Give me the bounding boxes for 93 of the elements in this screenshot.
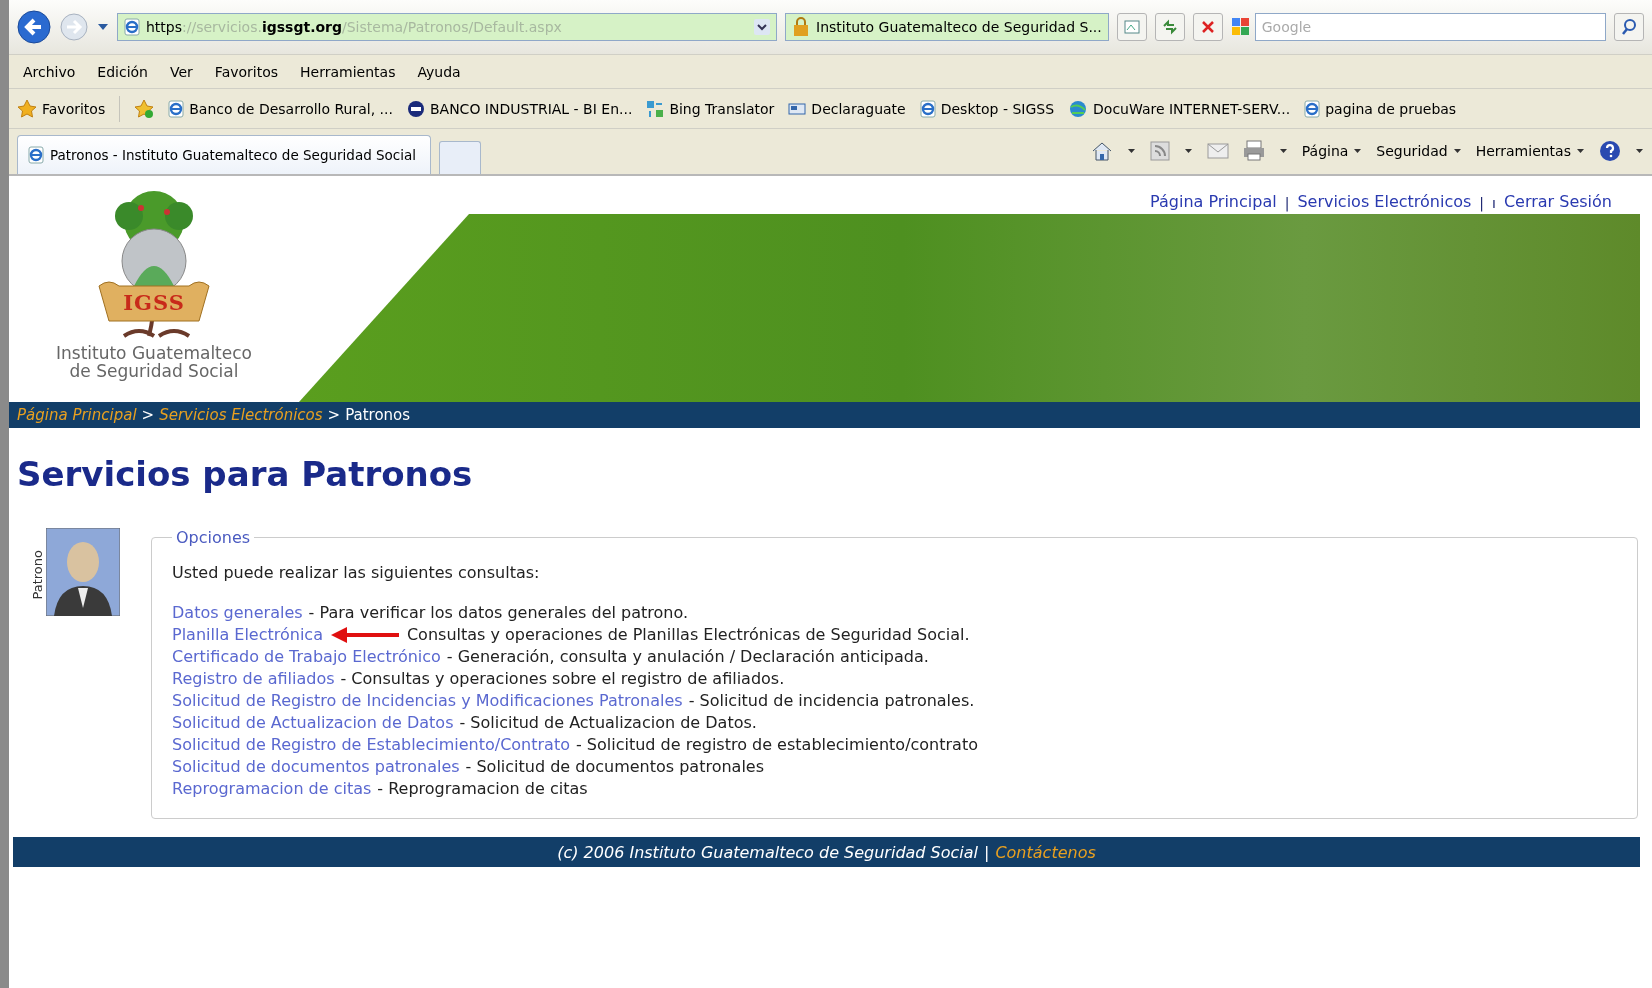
favorite-link[interactable]: Banco de Desarrollo Rural, ... bbox=[168, 99, 393, 118]
menu-item[interactable]: Archivo bbox=[23, 63, 76, 80]
page-icon bbox=[28, 146, 44, 164]
option-link[interactable]: Planilla Electrónica bbox=[172, 624, 323, 646]
caret-icon bbox=[1126, 147, 1136, 155]
caret-icon bbox=[1576, 147, 1585, 155]
url-text: https://servicios.igssgt.org/Sistema/Patronos/Default.aspx bbox=[146, 19, 562, 35]
address-field[interactable]: https://servicios.igssgt.org/Sistema/Patronos/Default.aspx bbox=[117, 13, 777, 41]
option-description: - Solicitud de Actualizacion de Datos. bbox=[459, 712, 757, 734]
command-menu[interactable]: Herramientas bbox=[1475, 143, 1585, 159]
globe-icon bbox=[1068, 99, 1089, 118]
stop-button[interactable] bbox=[1192, 13, 1223, 41]
menu-item[interactable]: Ayuda bbox=[417, 63, 461, 80]
breadcrumb-link[interactable]: Servicios Electrónicos bbox=[159, 406, 323, 424]
favorite-link[interactable]: Bing Translator bbox=[646, 99, 775, 118]
header-link[interactable]: Página Principal bbox=[1150, 192, 1277, 214]
breadcrumb-link[interactable]: Página Principal bbox=[17, 406, 137, 424]
printer-icon[interactable] bbox=[1242, 140, 1265, 162]
caret-icon bbox=[1635, 147, 1644, 155]
breadcrumb-separator: > bbox=[327, 406, 341, 424]
compatibility-button[interactable] bbox=[1116, 13, 1147, 41]
separator: | bbox=[984, 842, 990, 862]
option-link[interactable]: Solicitud de documentos patronales bbox=[172, 756, 460, 778]
back-button[interactable] bbox=[17, 10, 51, 44]
logo-text: IGSS bbox=[122, 290, 186, 315]
option-description: - Consultas y operaciones sobre el registro de afiliados. bbox=[340, 668, 785, 690]
command-menu[interactable]: Página bbox=[1301, 143, 1363, 159]
dropdown-icon[interactable] bbox=[754, 19, 770, 35]
favorite-link[interactable]: DocuWare INTERNET-SERV... bbox=[1068, 99, 1291, 118]
favorite-link[interactable]: pagina de pruebas bbox=[1304, 99, 1457, 118]
translate-icon bbox=[646, 99, 665, 118]
panel-legend: Opciones bbox=[172, 528, 255, 547]
option-description: - Generación, consulta y anulación / Declaración anticipada. bbox=[446, 646, 929, 668]
breadcrumb-separator: > bbox=[141, 406, 155, 424]
browser-tab[interactable]: Patronos - Instituto Guatemalteco de Seguridad Social bbox=[17, 135, 432, 174]
caret-icon bbox=[1452, 147, 1462, 155]
option-description: Consultas y operaciones de Planillas Electrónicas de Seguridad Social. bbox=[406, 624, 970, 646]
search-button[interactable] bbox=[1614, 13, 1644, 41]
feed-icon[interactable] bbox=[1149, 141, 1170, 161]
site-identity[interactable]: Instituto Guatemalteco de Seguridad S... bbox=[785, 13, 1109, 41]
search-icon bbox=[1620, 18, 1638, 36]
star-icon bbox=[17, 98, 37, 119]
header-link[interactable]: Cerrar Sesión bbox=[1503, 192, 1612, 214]
caret-icon bbox=[1183, 147, 1193, 155]
option-description: - Solicitud de documentos patronales bbox=[465, 756, 764, 778]
option-description: - Solicitud de incidencia patronales. bbox=[688, 690, 975, 712]
contact-link[interactable]: Contáctenos bbox=[995, 842, 1096, 862]
option-description: - Solicitud de registro de establecimiento/contrato bbox=[575, 734, 978, 756]
home-icon[interactable] bbox=[1090, 141, 1113, 161]
favorite-link[interactable]: Declaraguate bbox=[788, 99, 906, 118]
separator: ı bbox=[1492, 195, 1496, 211]
caret-icon bbox=[1278, 147, 1288, 155]
page-heading: Servicios para Patronos bbox=[17, 454, 474, 494]
option-description: - Reprogramacion de citas bbox=[377, 778, 588, 800]
caret-icon[interactable] bbox=[97, 22, 109, 32]
option-link[interactable]: Solicitud de Registro de Incidencias y Modificaciones Patronales bbox=[172, 690, 683, 712]
copyright-text: (c) 2006 Instituto Guatemalteco de Seguridad Social bbox=[557, 842, 978, 862]
option-link[interactable]: Datos generales bbox=[172, 602, 303, 624]
menu-item[interactable]: Ver bbox=[170, 63, 193, 80]
page-icon bbox=[168, 99, 185, 118]
refresh-button[interactable] bbox=[1154, 13, 1185, 41]
option-link[interactable]: Certificado de Trabajo Electrónico bbox=[172, 646, 441, 668]
search-provider-icon bbox=[1230, 17, 1251, 37]
profile-label: Patrono bbox=[31, 550, 44, 600]
header-link[interactable]: Servicios Electrónicos bbox=[1297, 192, 1472, 214]
caret-icon bbox=[1353, 147, 1363, 155]
option-link[interactable]: Registro de afiliados bbox=[172, 668, 335, 690]
page-icon bbox=[919, 99, 936, 118]
institute-name: de Seguridad Social bbox=[69, 362, 239, 380]
menu-item[interactable]: Edición bbox=[97, 63, 148, 80]
separator: | bbox=[1479, 195, 1485, 211]
search-field[interactable]: Google bbox=[1254, 13, 1606, 41]
option-link[interactable]: Reprogramacion de citas bbox=[172, 778, 372, 800]
option-link[interactable]: Solicitud de Actualizacion de Datos bbox=[172, 712, 454, 734]
help-icon[interactable] bbox=[1599, 140, 1621, 162]
page-icon bbox=[1304, 99, 1321, 118]
favorite-link[interactable]: BANCO INDUSTRIAL - BI En... bbox=[406, 99, 633, 118]
separator: | bbox=[1284, 195, 1290, 211]
compatibility-icon bbox=[1122, 18, 1141, 36]
add-favorite-icon[interactable] bbox=[134, 98, 155, 119]
favorites-button[interactable]: Favoritos bbox=[17, 98, 106, 119]
favorite-link[interactable]: Desktop - SIGSS bbox=[919, 99, 1055, 118]
lock-icon bbox=[792, 17, 810, 37]
option-description: - Para verificar los datos generales del patrono. bbox=[308, 602, 689, 624]
command-menu[interactable]: Seguridad bbox=[1376, 143, 1462, 159]
option-link[interactable]: Solicitud de Registro de Establecimiento/Contrato bbox=[172, 734, 570, 756]
circle-icon bbox=[406, 99, 425, 118]
institute-name: Instituto Guatemalteco bbox=[56, 344, 252, 362]
breadcrumb-current: Patronos bbox=[345, 406, 411, 424]
menu-item[interactable]: Favoritos bbox=[214, 63, 279, 80]
page-icon bbox=[124, 18, 140, 36]
intro-text: Usted puede realizar las siguientes consultas: bbox=[172, 563, 541, 582]
menu-item[interactable]: Herramientas bbox=[300, 63, 396, 80]
